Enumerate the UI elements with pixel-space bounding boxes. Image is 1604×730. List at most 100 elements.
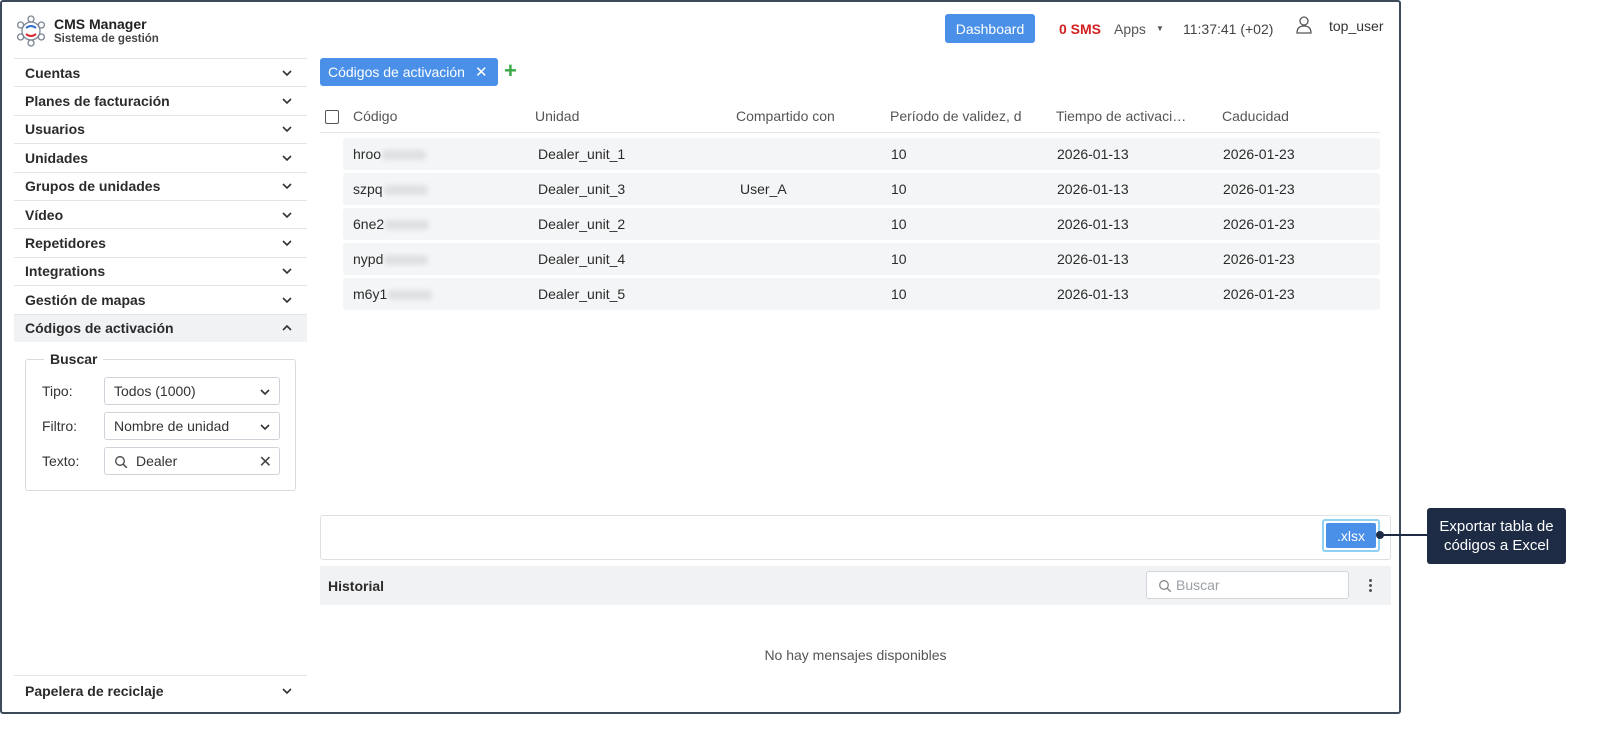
dashboard-button[interactable]: Dashboard — [945, 14, 1035, 43]
type-select[interactable]: Todos (1000) — [104, 377, 280, 405]
table-row[interactable]: m6y1 Dealer_unit_5 10 2026-01-13 2026-01… — [343, 278, 1380, 310]
callout-tooltip: Exportar tabla de códigos a Excel — [1427, 508, 1566, 564]
col-header-validity[interactable]: Período de validez, d — [890, 108, 1022, 124]
sidebar-item-unidades[interactable]: Unidades — [14, 143, 307, 171]
sidebar-item-label: Usuarios — [25, 121, 85, 138]
sidebar-item-mapas[interactable]: Gestión de mapas — [14, 285, 307, 313]
cell-activation: 2026-01-13 — [1057, 146, 1129, 162]
chevron-down-icon — [260, 389, 270, 396]
sidebar-item-papelera[interactable]: Papelera de reciclaje — [14, 675, 307, 705]
sms-counter[interactable]: 0 SMS — [1059, 21, 1101, 37]
text-label: Texto: — [42, 453, 80, 469]
tab-label: Códigos de activación — [328, 64, 465, 80]
cell-unit: Dealer_unit_1 — [538, 146, 626, 162]
sidebar-item-video[interactable]: Vídeo — [14, 199, 307, 228]
sidebar-item-label: Gestión de mapas — [25, 291, 146, 308]
chevron-down-icon — [282, 155, 292, 161]
col-header-shared[interactable]: Compartido con — [736, 108, 835, 124]
table-row[interactable]: 6ne2 Dealer_unit_2 10 2026-01-13 2026-01… — [343, 208, 1380, 240]
table-row[interactable]: hroo Dealer_unit_1 10 2026-01-13 2026-01… — [343, 138, 1380, 170]
cell-activation: 2026-01-13 — [1057, 286, 1129, 302]
user-name[interactable]: top_user — [1329, 18, 1383, 34]
search-icon — [115, 456, 128, 469]
sidebar-item-label: Unidades — [25, 149, 89, 166]
filter-select[interactable]: Nombre de unidad — [104, 412, 280, 440]
tab-codigos[interactable]: Códigos de activación ✕ — [320, 58, 498, 86]
cell-expiry: 2026-01-23 — [1223, 251, 1295, 267]
sidebar-item-integrations[interactable]: Integrations — [14, 256, 307, 285]
cell-validity: 10 — [891, 181, 907, 197]
sidebar-item-label: Cuentas — [25, 64, 81, 81]
select-all-checkbox[interactable] — [325, 110, 339, 124]
user-icon[interactable] — [1295, 15, 1313, 35]
chevron-down-icon — [282, 268, 292, 275]
sidebar-item-grupos[interactable]: Grupos de unidades — [14, 171, 307, 200]
blurred-code — [388, 290, 433, 301]
chevron-up-icon — [282, 325, 292, 331]
sidebar-item-label: Códigos de activación — [25, 320, 174, 337]
cell-code: m6y1 — [353, 286, 433, 302]
app-window: CMS Manager Sistema de gestión Dashboard… — [0, 0, 1401, 714]
col-header-activation[interactable]: Tiempo de activaci… — [1056, 108, 1186, 124]
cell-unit: Dealer_unit_3 — [538, 181, 626, 197]
sidebar-item-cuentas[interactable]: Cuentas — [14, 58, 307, 86]
sidebar-item-codigos[interactable]: Códigos de activación — [14, 313, 307, 342]
history-title: Historial — [328, 578, 385, 594]
cell-validity: 10 — [891, 146, 907, 162]
export-xlsx-button[interactable]: .xlsx — [1322, 519, 1380, 552]
sidebar-item-label: Planes de facturación — [25, 93, 170, 110]
blurred-code — [383, 185, 428, 196]
apps-menu[interactable]: Apps — [1114, 21, 1146, 37]
sidebar-item-label: Vídeo — [25, 206, 64, 223]
table-row[interactable]: nypd Dealer_unit_4 10 2026-01-13 2026-01… — [343, 243, 1380, 275]
col-header-code[interactable]: Código — [353, 108, 397, 124]
table-header: Código Unidad Compartido con Período de … — [320, 100, 1380, 133]
sidebar: Cuentas Planes de facturación Usuarios U… — [14, 58, 307, 342]
cell-shared: User_A — [740, 181, 787, 197]
chevron-down-icon — [282, 297, 292, 303]
app-subtitle: Sistema de gestión — [54, 33, 159, 45]
blurred-code — [384, 255, 429, 266]
app-title: CMS Manager — [54, 16, 147, 32]
cell-code: hroo — [353, 146, 427, 162]
cell-activation: 2026-01-13 — [1057, 251, 1129, 267]
empty-history-message: No hay mensajes disponibles — [764, 647, 947, 663]
search-fieldset: Buscar Tipo: Todos (1000) Filtro: Nombre… — [25, 351, 296, 491]
col-header-unit[interactable]: Unidad — [535, 108, 579, 124]
sidebar-item-planes[interactable]: Planes de facturación — [14, 86, 307, 114]
chevron-down-icon — [282, 183, 292, 190]
cell-unit: Dealer_unit_2 — [538, 216, 626, 232]
history-search-input[interactable]: Buscar — [1146, 571, 1349, 599]
history-header: Historial Buscar — [320, 566, 1391, 605]
table-row[interactable]: szpq Dealer_unit_3 User_A 10 2026-01-13 … — [343, 173, 1380, 205]
cms-logo-icon — [16, 15, 46, 47]
type-label: Tipo: — [42, 383, 73, 399]
chevron-down-icon — [282, 70, 292, 76]
cell-validity: 10 — [891, 251, 907, 267]
cell-expiry: 2026-01-23 — [1223, 286, 1295, 302]
cell-expiry: 2026-01-23 — [1223, 181, 1295, 197]
blurred-code — [385, 220, 430, 231]
close-icon[interactable]: ✕ — [475, 63, 488, 81]
sidebar-item-repetidores[interactable]: Repetidores — [14, 228, 307, 256]
caret-down-icon[interactable]: ▼ — [1156, 24, 1164, 33]
cell-code: nypd — [353, 251, 429, 267]
sidebar-item-label: Integrations — [25, 263, 106, 280]
col-header-expiry[interactable]: Caducidad — [1222, 108, 1289, 124]
filter-select-value: Nombre de unidad — [114, 418, 230, 434]
cell-activation: 2026-01-13 — [1057, 216, 1129, 232]
text-search-input[interactable]: Dealer ✕ — [104, 447, 280, 475]
cell-unit: Dealer_unit_5 — [538, 286, 626, 302]
search-icon — [1159, 580, 1172, 593]
type-select-value: Todos (1000) — [114, 383, 196, 399]
sidebar-item-usuarios[interactable]: Usuarios — [14, 114, 307, 143]
chevron-down-icon — [282, 98, 292, 105]
more-options-icon[interactable] — [1363, 575, 1377, 595]
export-xlsx-label: .xlsx — [1326, 523, 1376, 548]
cell-code: 6ne2 — [353, 216, 430, 232]
add-tab-button[interactable]: + — [504, 60, 517, 82]
cell-code: szpq — [353, 181, 428, 197]
clear-icon[interactable]: ✕ — [259, 452, 272, 472]
cell-unit: Dealer_unit_4 — [538, 251, 626, 267]
search-legend: Buscar — [44, 351, 104, 367]
